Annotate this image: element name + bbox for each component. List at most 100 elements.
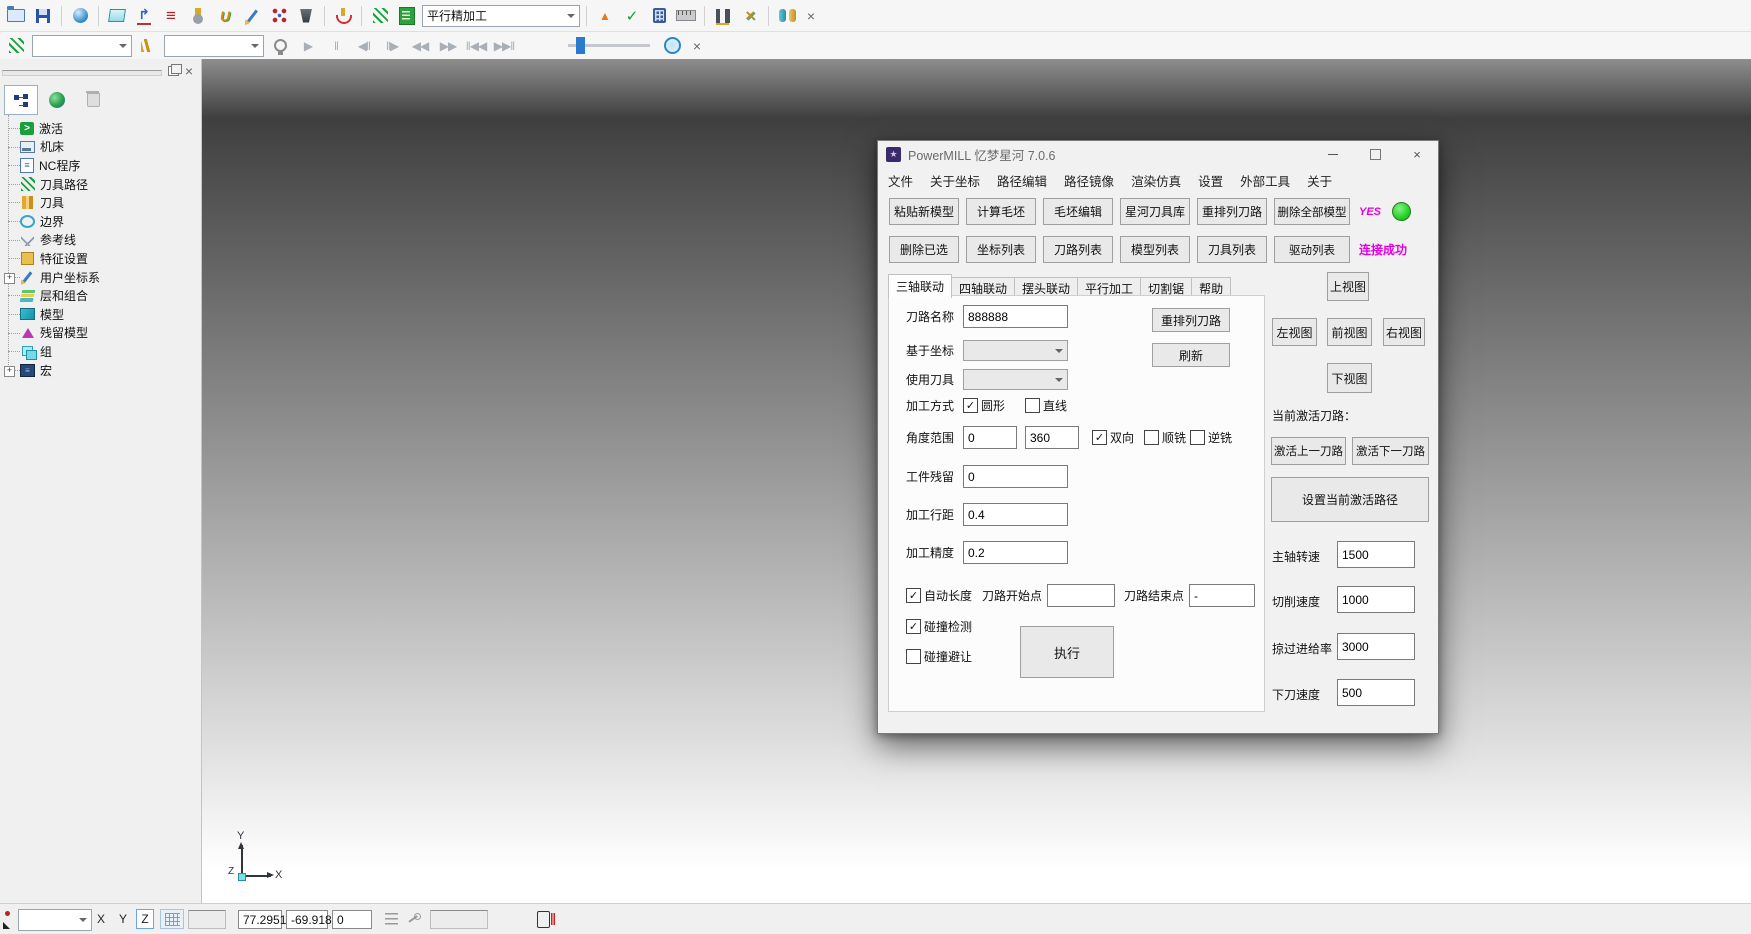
bulb-icon[interactable] [268, 34, 292, 58]
toolpath-name-input[interactable] [963, 305, 1068, 328]
angle-from-input[interactable] [963, 426, 1017, 449]
menu-about[interactable]: 关于 [1307, 171, 1332, 190]
climb-mill-checkbox[interactable] [1144, 430, 1159, 445]
pause-button[interactable]: ‖ [324, 39, 348, 53]
grid-snap-button[interactable] [160, 909, 184, 929]
tree-item-machine[interactable]: 机床 [6, 138, 100, 157]
menu-coords[interactable]: 关于坐标 [930, 171, 980, 190]
tree-item-groups[interactable]: 组 [6, 342, 100, 361]
coord-x-field[interactable]: 77.2951 [238, 910, 282, 929]
calculator-icon[interactable] [647, 4, 671, 28]
skim-feed-input[interactable] [1337, 633, 1415, 660]
line-checkbox[interactable] [1025, 398, 1040, 413]
status-corner-grip[interactable] [2, 908, 16, 930]
view-left-button[interactable]: 左视图 [1272, 318, 1317, 346]
bidirectional-checkbox[interactable] [1092, 430, 1107, 445]
delete-all-models-button[interactable]: 删除全部模型 [1274, 198, 1350, 225]
open-project-icon[interactable] [4, 4, 28, 28]
clipboard-button[interactable] [530, 909, 556, 929]
step-back-button[interactable]: ◀‖ [352, 39, 376, 53]
axis-y-button[interactable]: Y [114, 909, 132, 929]
tab-recycle-bin[interactable] [76, 85, 110, 115]
tree-item-activate[interactable]: >激活 [6, 119, 100, 138]
calc-block-button[interactable]: 计算毛坯 [966, 198, 1036, 225]
edit-block-button[interactable]: 毛坯编辑 [1043, 198, 1113, 225]
holder-pair-icon[interactable] [711, 4, 735, 28]
tree-item-macros[interactable]: +≡宏 [6, 361, 100, 380]
menu-path-mirror[interactable]: 路径镜像 [1064, 171, 1114, 190]
go-start-button[interactable]: ‖◀◀ [464, 39, 488, 53]
view-top-button[interactable]: 上视图 [1327, 272, 1369, 301]
panel-close-icon[interactable]: × [180, 62, 198, 80]
tree-item-patterns[interactable]: 参考线 [6, 231, 100, 250]
sim-tool-combo[interactable] [164, 35, 264, 57]
float-pane-icon[interactable] [168, 66, 179, 76]
tool-arc-icon[interactable] [331, 4, 355, 28]
toolpath-list-button[interactable]: 刀路列表 [1043, 236, 1113, 263]
tool-library-button[interactable]: 星河刀具库 [1120, 198, 1190, 225]
clock-icon[interactable] [660, 34, 684, 58]
menu-external-tools[interactable]: 外部工具 [1240, 171, 1290, 190]
toolpath-spring-icon[interactable] [368, 4, 392, 28]
tab-explorer-tree[interactable] [4, 85, 38, 115]
tree-item-stock-models[interactable]: 残留模型 [6, 324, 100, 343]
tree-item-feature-sets[interactable]: 特征设置 [6, 249, 100, 268]
conventional-mill-checkbox[interactable] [1190, 430, 1205, 445]
probe-button[interactable] [404, 909, 424, 929]
coord-z-field[interactable]: 0 [332, 910, 372, 929]
tool-verify-icon[interactable] [620, 4, 644, 28]
circle-checkbox[interactable] [963, 398, 978, 413]
tree-item-workplanes[interactable]: +用户坐标系 [6, 268, 100, 287]
tool-holder-icon[interactable] [294, 4, 318, 28]
plot-ball-icon[interactable] [68, 4, 92, 28]
start-point-input[interactable] [1047, 584, 1115, 607]
expander-plus[interactable]: + [4, 273, 15, 284]
close-button[interactable]: × [1396, 141, 1438, 168]
feed-rate-icon[interactable] [159, 4, 183, 28]
ref-points-icon[interactable] [267, 4, 291, 28]
auto-length-checkbox[interactable] [906, 588, 921, 603]
ball-tool-icon[interactable] [186, 4, 210, 28]
ruler-icon[interactable] [674, 4, 698, 28]
go-end-button[interactable]: ▶▶‖ [492, 39, 516, 53]
tree-item-boundaries[interactable]: 边界 [6, 212, 100, 231]
tool-flame-icon[interactable] [593, 4, 617, 28]
maximize-button[interactable] [1354, 141, 1396, 168]
tree-item-toolpaths[interactable]: 刀具路径 [6, 175, 100, 194]
rewind-button[interactable]: ◀◀ [408, 39, 432, 53]
delete-selected-button[interactable]: 删除已选 [889, 236, 959, 263]
pattern-pencil-icon[interactable] [240, 4, 264, 28]
drive-list-button[interactable]: 驱动列表 [1274, 236, 1350, 263]
tree-item-tools[interactable]: 刀具 [6, 193, 100, 212]
menu-render-sim[interactable]: 渲染仿真 [1131, 171, 1181, 190]
tree-item-nc-program[interactable]: ≡NC程序 [6, 156, 100, 175]
stock-allowance-input[interactable] [963, 465, 1068, 488]
collision-avoid-checkbox[interactable] [906, 649, 921, 664]
menu-path-edit[interactable]: 路径编辑 [997, 171, 1047, 190]
menu-file[interactable]: 文件 [888, 171, 913, 190]
coord-y-field[interactable]: -69.918 [286, 910, 328, 929]
view-bottom-button[interactable]: 下视图 [1327, 363, 1372, 393]
collision-check-checkbox[interactable] [906, 619, 921, 634]
coord-list-button[interactable]: 坐标列表 [966, 236, 1036, 263]
use-tool-combo[interactable] [963, 369, 1068, 390]
cutting-feed-input[interactable] [1337, 586, 1415, 613]
minimize-button[interactable] [1312, 141, 1354, 168]
tolerance-input[interactable] [963, 541, 1068, 564]
sim-speed-slider[interactable] [568, 44, 650, 47]
tab-3axis[interactable]: 三轴联动 [888, 274, 952, 298]
axis-z-button[interactable]: Z [136, 909, 154, 929]
toolpath-list-icon[interactable] [395, 4, 419, 28]
step-forward-button[interactable]: ‖▶ [380, 39, 404, 53]
set-active-path-button[interactable]: 设置当前激活路径 [1271, 477, 1429, 522]
axis-x-button[interactable]: X [92, 909, 110, 929]
activate-next-button[interactable]: 激活下一刀路 [1352, 437, 1429, 465]
paste-new-model-button[interactable]: 粘贴新模型 [889, 198, 959, 225]
fast-forward-button[interactable]: ▶▶ [436, 39, 460, 53]
save-project-icon[interactable] [31, 4, 55, 28]
spindle-speed-input[interactable] [1337, 541, 1415, 568]
xyz-list-button[interactable] [382, 909, 400, 929]
boundary-icon[interactable] [213, 4, 237, 28]
menu-settings[interactable]: 设置 [1198, 171, 1223, 190]
angle-to-input[interactable] [1025, 426, 1079, 449]
